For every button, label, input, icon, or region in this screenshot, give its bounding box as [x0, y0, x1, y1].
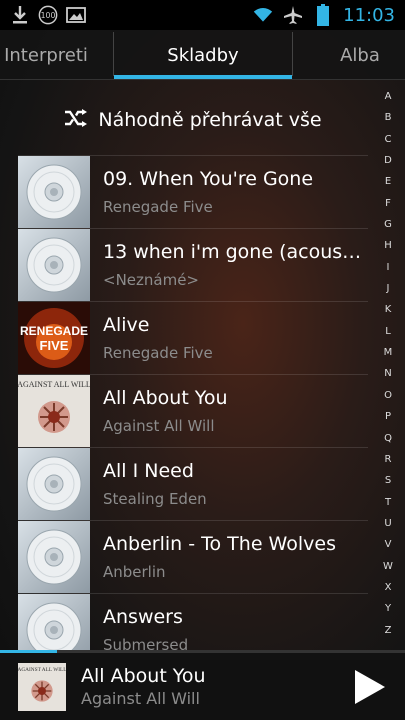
image-icon: [66, 5, 86, 25]
album-art-text: RENEGADE: [20, 324, 88, 338]
song-row[interactable]: RENEGADE FIVE Alive Renegade Five: [18, 301, 368, 374]
now-playing-artist: Against All Will: [81, 689, 200, 708]
status-bar: 100 11:03: [0, 0, 405, 30]
alphabet-letter[interactable]: G: [384, 214, 392, 235]
alphabet-letter[interactable]: N: [384, 363, 391, 384]
badge-100-text: 100: [41, 11, 56, 20]
alphabet-letter[interactable]: D: [384, 150, 392, 171]
airplane-icon: [283, 5, 303, 25]
album-art: [18, 229, 90, 301]
song-title: 09. When You're Gone: [103, 168, 314, 190]
song-artist: Anberlin: [103, 563, 166, 581]
alphabet-letter[interactable]: I: [387, 257, 390, 278]
song-artist: Stealing Eden: [103, 490, 207, 508]
album-art: [18, 156, 90, 228]
alphabet-letter[interactable]: L: [385, 321, 391, 342]
battery-icon: [313, 4, 333, 26]
alphabet-letter[interactable]: X: [385, 577, 392, 598]
tab-interpreti[interactable]: Interpreti: [0, 30, 96, 80]
album-art: AGAINST ALL WILL: [18, 375, 91, 447]
alphabet-letter[interactable]: Y: [385, 598, 391, 619]
song-title: All I Need: [103, 460, 194, 482]
alphabet-letter[interactable]: K: [385, 299, 392, 320]
tab-bar: Interpreti Skladby Alba: [0, 30, 405, 80]
alphabet-letter[interactable]: H: [384, 235, 392, 256]
alphabet-letter[interactable]: V: [385, 534, 392, 555]
album-art: [18, 448, 90, 520]
alphabet-letter[interactable]: Q: [384, 428, 392, 449]
song-title: Alive: [103, 314, 150, 336]
badge-100-icon: 100: [38, 5, 58, 25]
song-title: All About You: [103, 387, 228, 409]
song-title: Answers: [103, 606, 183, 628]
now-playing-album-art: AGAINST ALL WILL: [17, 662, 67, 711]
song-row[interactable]: 13 when i'm gone (acoustic… <Neznámé>: [18, 228, 368, 301]
play-icon[interactable]: [349, 667, 389, 707]
alphabet-letter[interactable]: F: [385, 193, 391, 214]
tab-indicator: [114, 75, 292, 79]
song-title: Anberlin - To The Wolves: [103, 533, 336, 555]
song-artist: Submersed: [103, 636, 189, 650]
album-art: [18, 594, 90, 650]
alphabet-letter[interactable]: Z: [385, 620, 392, 641]
song-row[interactable]: AGAINST ALL WILL All About You Against A…: [18, 374, 368, 447]
song-row[interactable]: Anberlin - To The Wolves Anberlin: [18, 520, 368, 593]
alphabet-letter[interactable]: M: [384, 342, 393, 363]
album-art-text: AGAINST ALL WILL: [18, 667, 66, 673]
alphabet-letter[interactable]: O: [384, 385, 392, 406]
clock: 11:03: [343, 4, 395, 26]
song-row[interactable]: 09. When You're Gone Renegade Five: [18, 155, 368, 228]
alphabet-letter[interactable]: S: [385, 470, 391, 491]
song-artist: Against All Will: [103, 417, 215, 435]
tab-alba[interactable]: Alba: [330, 30, 390, 80]
alphabet-index[interactable]: ABCDEFGHIJKLMNOPQRSTUVWXYZ: [378, 86, 398, 641]
download-icon: [10, 5, 30, 25]
tab-divider: [292, 32, 293, 76]
tab-skladby[interactable]: Skladby: [114, 30, 292, 80]
song-artist: Renegade Five: [103, 344, 213, 362]
album-art-text: FIVE: [40, 338, 69, 353]
alphabet-letter[interactable]: A: [385, 86, 392, 107]
alphabet-letter[interactable]: B: [385, 107, 392, 128]
alphabet-letter[interactable]: J: [387, 278, 390, 299]
song-row[interactable]: Answers Submersed: [18, 593, 368, 650]
alphabet-letter[interactable]: E: [385, 171, 391, 192]
shuffle-all-button[interactable]: Náhodně přehrávat vše: [18, 92, 368, 148]
shuffle-icon: [64, 108, 88, 133]
alphabet-letter[interactable]: W: [383, 556, 393, 577]
song-artist: <Neznámé>: [103, 271, 199, 289]
song-row[interactable]: All I Need Stealing Eden: [18, 447, 368, 520]
alphabet-letter[interactable]: T: [385, 492, 391, 513]
alphabet-letter[interactable]: P: [385, 406, 391, 427]
now-playing-title: All About You: [81, 665, 206, 687]
album-art: RENEGADE FIVE: [18, 302, 90, 374]
song-artist: Renegade Five: [103, 198, 213, 216]
song-list[interactable]: 09. When You're Gone Renegade Five 13 wh…: [18, 155, 368, 650]
alphabet-letter[interactable]: C: [385, 129, 392, 150]
song-title: 13 when i'm gone (acoustic…: [103, 241, 368, 263]
shuffle-all-label: Náhodně přehrávat vše: [98, 109, 322, 131]
alphabet-letter[interactable]: R: [385, 449, 392, 470]
now-playing-bar[interactable]: AGAINST ALL WILL All About You Against A…: [0, 653, 405, 720]
alphabet-letter[interactable]: U: [384, 513, 391, 534]
album-art-text: AGAINST ALL WILL: [18, 380, 90, 389]
wifi-icon: [253, 5, 273, 25]
album-art: [18, 521, 90, 593]
